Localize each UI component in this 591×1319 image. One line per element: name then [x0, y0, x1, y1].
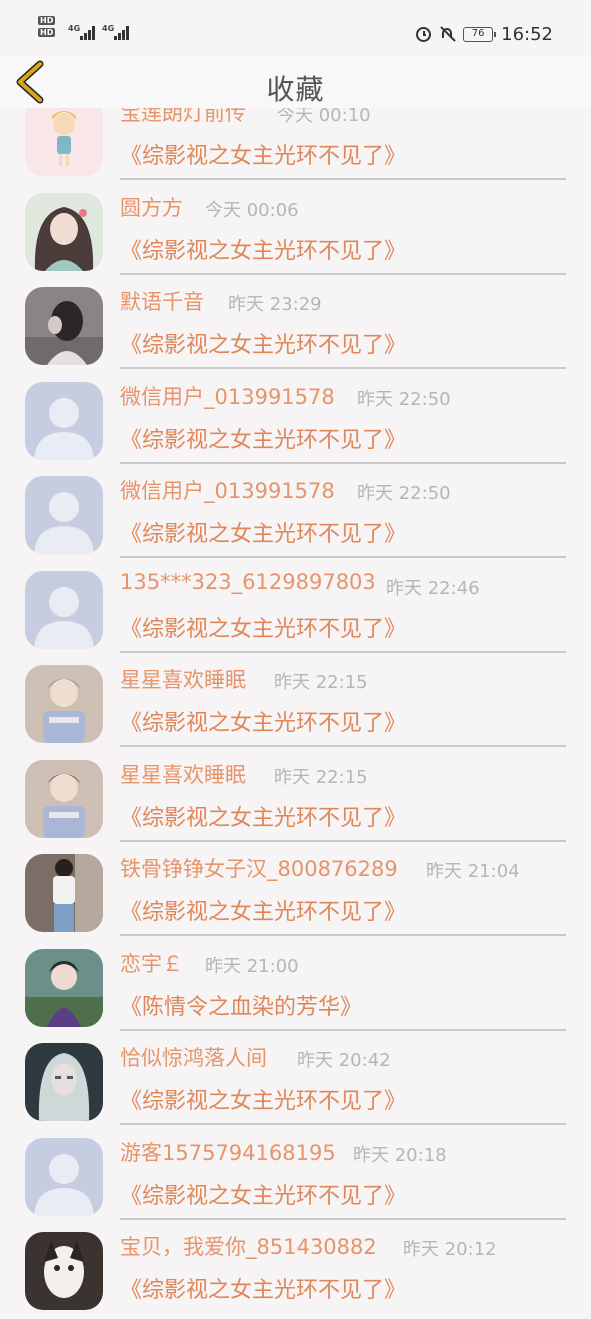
- timestamp: 昨天 23:29: [228, 294, 322, 315]
- list-item[interactable]: 135***323_6129897803 昨天 22:46 《综影视之女主光环不…: [0, 564, 591, 658]
- divider: [120, 934, 566, 936]
- status-right-cluster: 76 16:52: [416, 22, 553, 46]
- avatar: [25, 1232, 103, 1310]
- divider: [120, 367, 566, 369]
- timestamp: 昨天 21:00: [205, 956, 299, 977]
- user-name: 星星喜欢睡眠: [120, 763, 246, 787]
- divider: [120, 273, 566, 275]
- timestamp: 昨天 21:04: [426, 861, 520, 882]
- list-item[interactable]: 微信用户_013991578 昨天 22:50 《综影视之女主光环不见了》: [0, 469, 591, 563]
- user-name: 135***323_6129897803: [120, 570, 376, 594]
- divider: [120, 1123, 566, 1125]
- list-item[interactable]: 星星喜欢睡眠 昨天 22:15 《综影视之女主光环不见了》: [0, 658, 591, 752]
- list-item[interactable]: 默语千音 昨天 23:29 《综影视之女主光环不见了》: [0, 280, 591, 374]
- user-name: 圆方方: [120, 196, 183, 220]
- hd-badge: HD: [38, 28, 56, 37]
- list-item[interactable]: 恰似惊鸿落人间 昨天 20:42 《综影视之女主光环不见了》: [0, 1036, 591, 1130]
- divider: [120, 178, 566, 180]
- default-avatar-icon: [25, 1138, 103, 1216]
- timestamp: 昨天 22:46: [386, 578, 480, 599]
- list-item[interactable]: 宝贝，我爱你_851430882 昨天 20:12 《综影视之女主光环不见了》: [0, 1225, 591, 1319]
- timestamp: 昨天 20:18: [353, 1145, 447, 1166]
- status-bar: HD HD 4G 4G 76 16:52: [0, 0, 591, 56]
- user-name: 微信用户_013991578: [120, 385, 335, 409]
- avatar: [25, 760, 103, 838]
- page-title: 收藏: [266, 73, 325, 106]
- battery-icon: 76: [463, 26, 497, 42]
- book-title[interactable]: 《综影视之女主光环不见了》: [120, 516, 406, 548]
- avatar: [25, 854, 103, 932]
- divider: [120, 462, 566, 464]
- list-item[interactable]: 星星喜欢睡眠 昨天 22:15 《综影视之女主光环不见了》: [0, 753, 591, 847]
- avatar: [25, 1043, 103, 1121]
- signal-icon: [80, 26, 98, 40]
- book-title[interactable]: 《综影视之女主光环不见了》: [120, 233, 406, 265]
- book-title[interactable]: 《综影视之女主光环不见了》: [120, 611, 406, 643]
- avatar: [25, 193, 103, 271]
- user-name: 星星喜欢睡眠: [120, 668, 246, 692]
- signal-cluster: HD HD 4G 4G: [38, 16, 129, 40]
- timestamp: 今天 00:06: [205, 200, 299, 221]
- divider: [120, 1218, 566, 1220]
- list-item[interactable]: 圆方方 今天 00:06 《综影视之女主光环不见了》: [0, 186, 591, 280]
- book-title[interactable]: 《综影视之女主光环不见了》: [120, 800, 406, 832]
- list-item[interactable]: 恋宇￡ 昨天 21:00 《陈情令之血染的芳华》: [0, 942, 591, 1036]
- default-avatar-icon: [25, 476, 103, 554]
- list-item[interactable]: 铁骨铮铮女子汉_800876289 昨天 21:04 《综影视之女主光环不见了》: [0, 847, 591, 941]
- timestamp: 昨天 22:15: [274, 672, 368, 693]
- timestamp: 昨天 22:50: [357, 483, 451, 504]
- default-avatar-icon: [25, 571, 103, 649]
- avatar: [25, 98, 103, 176]
- user-name: 宝贝，我爱你_851430882: [120, 1235, 377, 1259]
- list-item[interactable]: 微信用户_013991578 昨天 22:50 《综影视之女主光环不见了》: [0, 375, 591, 469]
- timestamp: 昨天 22:50: [357, 389, 451, 410]
- alarm-clock-icon: [416, 26, 432, 42]
- avatar: [25, 665, 103, 743]
- user-name: 微信用户_013991578: [120, 479, 335, 503]
- hd-badge: HD: [38, 16, 56, 25]
- user-name: 默语千音: [120, 290, 204, 314]
- user-name: 恰似惊鸿落人间: [120, 1046, 267, 1070]
- list-item[interactable]: 游客1575794168195 昨天 20:18 《综影视之女主光环不见了》: [0, 1131, 591, 1225]
- book-title[interactable]: 《综影视之女主光环不见了》: [120, 1178, 406, 1210]
- avatar: [25, 949, 103, 1027]
- book-title[interactable]: 《综影视之女主光环不见了》: [120, 138, 406, 170]
- nav-bar: 收藏: [0, 56, 591, 108]
- book-title[interactable]: 《综影视之女主光环不见了》: [120, 705, 406, 737]
- book-title[interactable]: 《综影视之女主光环不见了》: [120, 894, 406, 926]
- divider: [120, 556, 566, 558]
- book-title[interactable]: 《综影视之女主光环不见了》: [120, 422, 406, 454]
- user-name: 游客1575794168195: [120, 1141, 336, 1165]
- divider: [120, 840, 566, 842]
- signal-icon: [114, 26, 132, 40]
- avatar: [25, 287, 103, 365]
- network-type-label: 4G: [68, 24, 81, 33]
- divider: [120, 745, 566, 747]
- status-time: 16:52: [501, 23, 553, 45]
- timestamp: 昨天 20:42: [297, 1050, 391, 1071]
- user-name: 铁骨铮铮女子汉_800876289: [120, 857, 398, 881]
- bell-muted-icon: [439, 26, 455, 42]
- timestamp: 昨天 20:12: [403, 1239, 497, 1260]
- book-title[interactable]: 《综影视之女主光环不见了》: [120, 1083, 406, 1115]
- timestamp: 昨天 22:15: [274, 767, 368, 788]
- default-avatar-icon: [25, 382, 103, 460]
- divider: [120, 1029, 566, 1031]
- book-title[interactable]: 《陈情令之血染的芳华》: [120, 989, 362, 1021]
- user-name: 恋宇￡: [120, 952, 183, 976]
- book-title[interactable]: 《综影视之女主光环不见了》: [120, 327, 406, 359]
- divider: [120, 651, 566, 653]
- book-title[interactable]: 《综影视之女主光环不见了》: [120, 1272, 406, 1304]
- network-type-label: 4G: [102, 24, 115, 33]
